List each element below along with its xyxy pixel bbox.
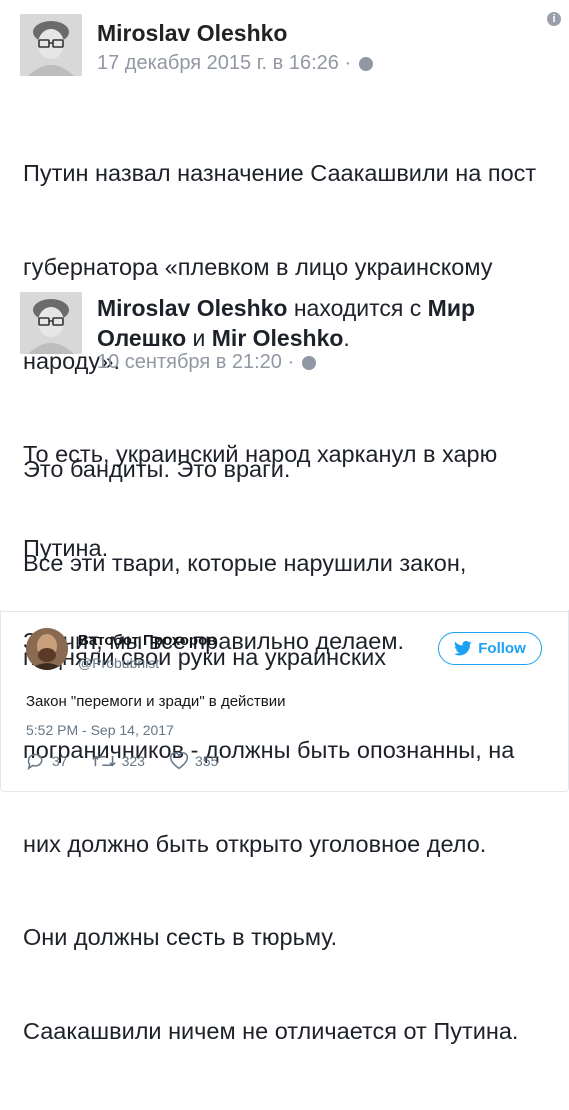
tweet-timestamp[interactable]: 5:52 PM - Sep 14, 2017 [26,722,174,738]
tweet-author-avatar[interactable] [26,628,68,670]
shared-author-name[interactable]: Miroslav Oleshko [97,295,287,321]
globe-icon [358,56,373,71]
retweet-count: 323 [121,753,145,769]
tweet-actions: 37 323 355 [26,752,218,770]
reply-count: 37 [52,753,68,769]
shared-line: Это бандиты. Это враги. [23,456,291,483]
post-timestamp-text: 17 декабря 2015 г. в 16:26 · [97,52,352,74]
shared-line: Они должны сесть в тюрьму. [23,924,338,951]
like-count: 355 [194,753,219,769]
follow-label: Follow [478,640,526,657]
twitter-bird-icon [454,641,472,656]
shared-timestamp[interactable]: 10 сентября в 21:20 · [97,351,316,374]
tweet-text: Закон "перемоги и зради" в действии [26,693,286,710]
retweet-action[interactable]: 323 [91,752,145,770]
shared-author-avatar[interactable] [20,292,82,354]
and-text: и [192,325,206,351]
reply-action[interactable]: 37 [26,752,68,770]
tweet-handle[interactable]: @Probubnist [78,655,159,671]
post-author-name[interactable]: Miroslav Oleshko [97,20,287,47]
shared-body: Это бандиты. Это враги. Все эти твари, к… [23,392,518,1110]
author-avatar[interactable] [20,14,82,76]
info-icon[interactable]: i [547,12,561,26]
follow-button[interactable]: Follow [438,632,542,665]
heart-icon [169,752,188,770]
shared-line: них должно быть открыто уголовное дело. [23,830,487,857]
shared-line: Саакашвили ничем не отличается от Путина… [23,1018,519,1045]
shared-line: Все эти твари, которые нарушили закон, [23,550,467,577]
tweet-display-name[interactable]: Ватобот Прохоров [78,632,216,649]
with-text: находится с [293,295,422,321]
tagged-person-2[interactable]: Mir Oleshko [212,325,344,351]
post-timestamp[interactable]: 17 декабря 2015 г. в 16:26 · [97,52,373,75]
embedded-facebook-screenshot: i Miroslav Oleshko 17 декабря 2015 г. в … [0,0,569,1044]
divider [0,611,569,612]
period: . [343,325,350,351]
post-line: Путин назвал назначение Саакашвили на по… [23,160,537,187]
reply-icon [27,753,43,770]
globe-icon [301,355,316,370]
tagged-person-1[interactable]: Мир [428,295,475,321]
tagged-person-1-surname[interactable]: Олешко [97,325,186,351]
shared-header: Miroslav Oleshko находится с Мир Олешко … [97,293,475,353]
post-line: губернатора «плевком в лицо украинскому [23,254,493,281]
shared-timestamp-text: 10 сентября в 21:20 · [97,351,295,373]
like-action[interactable]: 355 [169,752,218,770]
retweet-icon [91,755,116,767]
